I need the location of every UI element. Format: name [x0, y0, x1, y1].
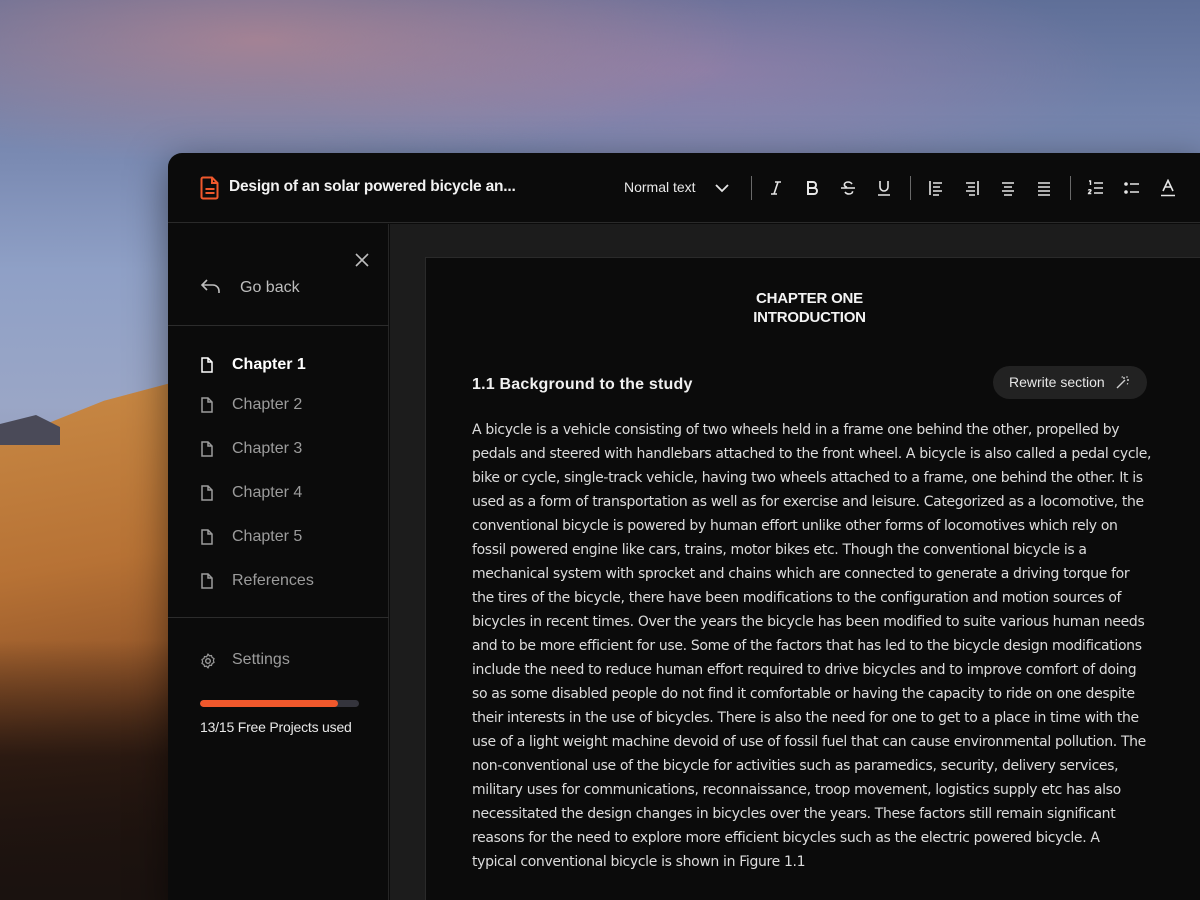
chapter-number: CHAPTER ONE — [756, 290, 863, 307]
sidebar-item-label: Chapter 4 — [232, 484, 303, 501]
file-icon — [201, 441, 213, 457]
document-page[interactable]: CHAPTER ONE INTRODUCTION 1.1 Background … — [425, 257, 1200, 900]
align-justify-button[interactable] — [1033, 177, 1055, 199]
text-color-icon — [1161, 179, 1175, 197]
body-line: bicycles in recent times. Over the years… — [472, 614, 1145, 630]
section-title: 1.1 Background to the study — [472, 376, 693, 393]
chapter-title: INTRODUCTION — [753, 309, 866, 326]
body-line: include the need to reduce human effort … — [472, 662, 1137, 678]
chapter-heading: CHAPTER ONE INTRODUCTION — [426, 289, 1193, 327]
go-back-label: Go back — [240, 279, 300, 296]
body-line: and to be more efficient for use. Some o… — [472, 638, 1142, 654]
back-arrow-icon — [200, 279, 220, 293]
toolbar-divider — [751, 176, 752, 200]
sidebar-item-label: Chapter 5 — [232, 528, 303, 545]
body-line: necessitated the design changes in bicyc… — [472, 806, 1116, 822]
numbered-list-icon — [1087, 180, 1103, 195]
section-body-text[interactable]: A bicycle is a vehicle consisting of two… — [472, 418, 1162, 874]
body-line: A bicycle is a vehicle consisting of two… — [472, 422, 1120, 438]
body-line: reasons for the need to explore more eff… — [472, 830, 1100, 846]
sidebar-item-references[interactable]: References — [200, 569, 370, 593]
sidebar-divider — [168, 325, 389, 326]
italic-button[interactable] — [765, 177, 787, 199]
align-center-button[interactable] — [997, 177, 1019, 199]
document-title[interactable]: Design of an solar powered bicycle an... — [229, 178, 516, 196]
settings-label: Settings — [232, 651, 290, 668]
align-justify-icon — [1038, 182, 1050, 196]
sidebar-item-chapter-2[interactable]: Chapter 2 — [200, 393, 370, 417]
chevron-down-icon[interactable] — [714, 181, 730, 195]
settings-button[interactable]: Settings — [200, 649, 370, 673]
body-line: the tires of the bicycle, there have bee… — [472, 590, 1122, 606]
rewrite-section-button[interactable]: Rewrite section — [993, 366, 1147, 399]
body-line: typical conventional bicycle is shown in… — [472, 854, 806, 870]
align-right-icon — [966, 181, 979, 196]
toolbar-divider — [1070, 176, 1071, 200]
body-line: mechanical system with sprocket and chai… — [472, 566, 1130, 582]
body-line: use of a light weight machine devoid of … — [472, 734, 1146, 750]
usage-progress-bar — [200, 700, 359, 707]
sidebar-item-chapter-1[interactable]: Chapter 1 — [200, 353, 370, 377]
text-color-button[interactable] — [1157, 177, 1179, 199]
bold-icon — [807, 181, 818, 195]
align-left-icon — [929, 181, 942, 196]
sidebar-item-chapter-3[interactable]: Chapter 3 — [200, 437, 370, 461]
body-line: used as a form of transportation as well… — [472, 494, 1144, 510]
gear-icon — [201, 653, 215, 669]
bold-button[interactable] — [801, 177, 823, 199]
file-icon — [201, 485, 213, 501]
sidebar-item-chapter-4[interactable]: Chapter 4 — [200, 481, 370, 505]
mountain-ridge-background — [0, 415, 60, 445]
sidebar-item-label: Chapter 1 — [232, 356, 306, 373]
top-toolbar: Design of an solar powered bicycle an...… — [168, 153, 1200, 223]
body-line: conventional bicycle is powered by human… — [472, 518, 1118, 534]
rewrite-section-label: Rewrite section — [1009, 374, 1105, 390]
body-line: non-conventional use of the bicycle for … — [472, 758, 1119, 774]
file-icon — [201, 573, 213, 589]
text-style-select[interactable]: Normal text — [624, 179, 696, 195]
underline-button[interactable] — [873, 177, 895, 199]
body-line: so as some disabled people do not find i… — [472, 686, 1135, 702]
sidebar-item-label: References — [232, 572, 314, 589]
usage-progress-fill — [200, 700, 338, 707]
document-icon — [200, 176, 219, 200]
sidebar-item-label: Chapter 2 — [232, 396, 303, 413]
magic-wand-icon — [1116, 376, 1129, 389]
italic-icon — [771, 181, 781, 195]
underline-icon — [878, 181, 890, 196]
body-line: their interests in the use of bicycles. … — [472, 710, 1139, 726]
body-line: fossil powered engine like cars, trains,… — [472, 542, 1087, 558]
sidebar: Go back Chapter 1 Chapter 2 Chapter 3 Ch… — [168, 224, 389, 900]
toolbar-divider — [910, 176, 911, 200]
go-back-button[interactable]: Go back — [200, 277, 300, 296]
editor-window: Design of an solar powered bicycle an...… — [168, 153, 1200, 900]
body-line: military uses for communications, reconn… — [472, 782, 1121, 798]
sidebar-divider — [168, 617, 389, 618]
sidebar-item-label: Chapter 3 — [232, 440, 303, 457]
usage-text: 13/15 Free Projects used — [200, 719, 352, 735]
bullet-list-icon — [1124, 182, 1139, 194]
sidebar-item-chapter-5[interactable]: Chapter 5 — [200, 525, 370, 549]
numbered-list-button[interactable] — [1085, 177, 1107, 199]
file-icon — [201, 529, 213, 545]
strikethrough-button[interactable] — [837, 177, 859, 199]
align-right-button[interactable] — [961, 177, 983, 199]
body-line: bike or cycle, single-track vehicle, hav… — [472, 470, 1143, 486]
align-center-icon — [1002, 182, 1014, 196]
strikethrough-icon — [841, 181, 855, 195]
bullet-list-button[interactable] — [1121, 177, 1143, 199]
close-icon[interactable] — [354, 252, 370, 268]
file-icon — [201, 357, 213, 373]
body-line: pedals and steered with handlebars attac… — [472, 446, 1152, 462]
align-left-button[interactable] — [925, 177, 947, 199]
file-icon — [201, 397, 213, 413]
